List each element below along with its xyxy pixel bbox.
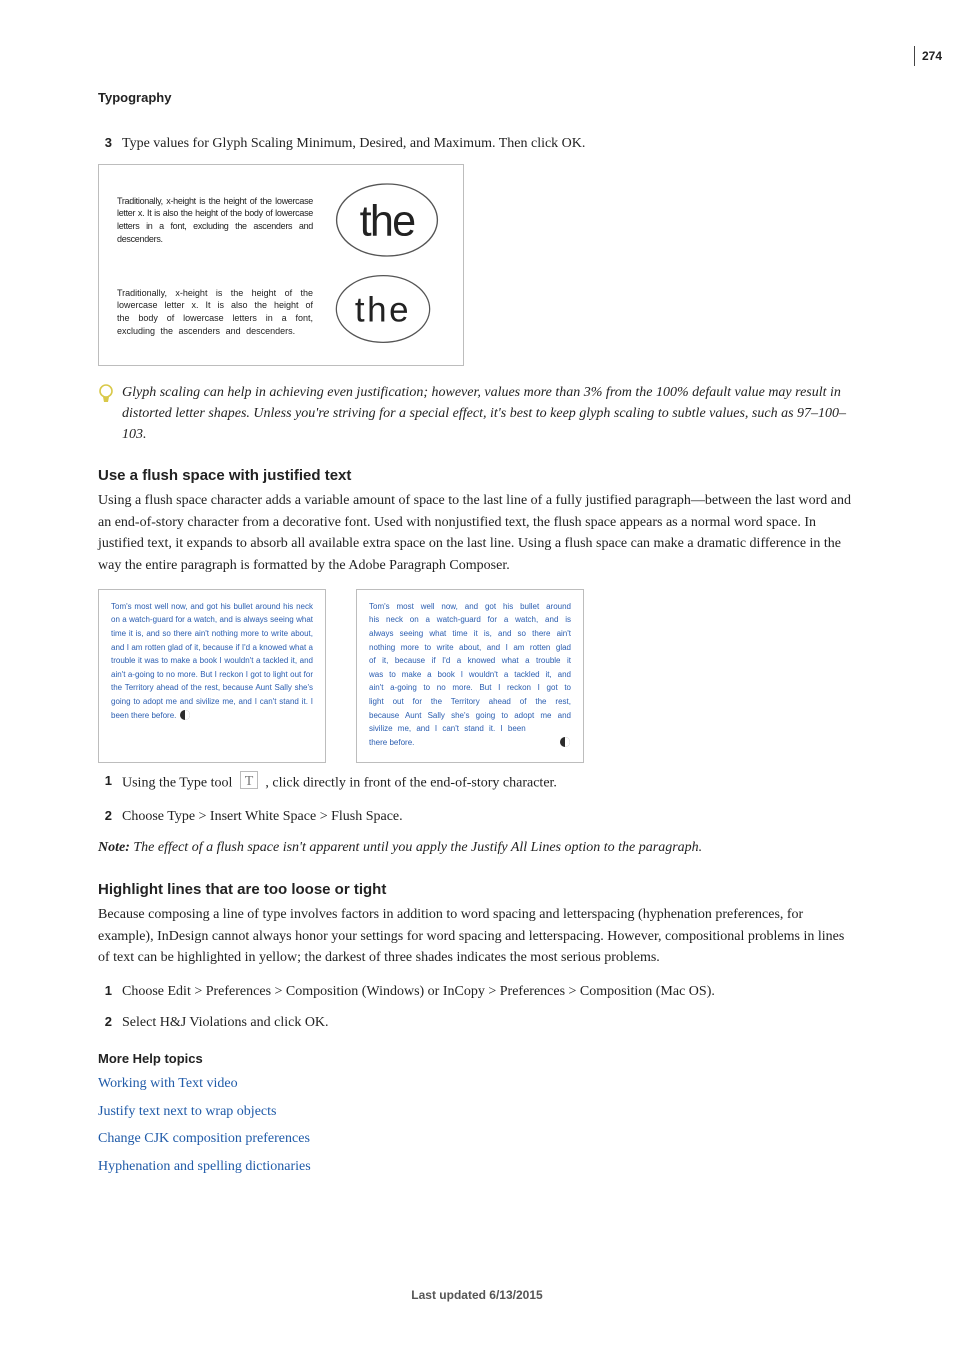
- type-tool-icon: T: [240, 771, 258, 796]
- figure-row-loose: Traditionally, x-height is the height of…: [117, 273, 445, 351]
- link-cjk-composition[interactable]: Change CJK composition preferences: [98, 1129, 856, 1149]
- lightbulb-icon: [98, 384, 114, 445]
- mini-right-last: there before.: [369, 736, 414, 753]
- step-text: Type values for Glyph Scaling Minimum, D…: [122, 133, 856, 154]
- svg-text:the: the: [355, 291, 411, 330]
- ornament-icon: [559, 736, 571, 753]
- link-justify-text-wrap[interactable]: Justify text next to wrap objects: [98, 1102, 856, 1122]
- tip: Glyph scaling can help in achieving even…: [98, 382, 856, 445]
- step1-text-b: , click directly in front of the end-of-…: [265, 776, 557, 791]
- ornament-icon: [179, 709, 191, 726]
- step-text: Choose Edit > Preferences > Composition …: [122, 981, 856, 1002]
- tip-text: Glyph scaling can help in achieving even…: [122, 382, 856, 445]
- figure-text-loose: Traditionally, x-height is the height of…: [117, 287, 313, 337]
- figure-glyph-scaling: Traditionally, x-height is the height of…: [98, 164, 464, 366]
- mini-left-text: Tom's most well now, and got his bullet …: [111, 602, 313, 720]
- flush-step-2: 2 Choose Type > Insert White Space > Flu…: [98, 806, 856, 827]
- link-working-with-text-video[interactable]: Working with Text video: [98, 1074, 856, 1094]
- figure-oval-tight: the: [333, 181, 441, 259]
- note-text: The effect of a flush space isn't appare…: [133, 840, 702, 855]
- step1-text-a: Using the Type tool: [122, 776, 236, 791]
- page-number: 274: [914, 46, 954, 66]
- more-help-heading: More Help topics: [98, 1051, 856, 1066]
- heading-highlight: Highlight lines that are too loose or ti…: [98, 881, 856, 898]
- step-text: Choose Type > Insert White Space > Flush…: [122, 806, 856, 827]
- figure-text-tight: Traditionally, x-height is the height of…: [117, 195, 313, 245]
- note-flush: Note: The effect of a flush space isn't …: [98, 837, 856, 859]
- page: 274 Typography 3 Type values for Glyph S…: [0, 0, 954, 1350]
- step-number: 2: [98, 1012, 112, 1033]
- para-flush-space: Using a flush space character adds a var…: [98, 490, 856, 577]
- footer-updated: Last updated 6/13/2015: [0, 1288, 954, 1302]
- step-number: 1: [98, 981, 112, 1002]
- figure-oval-loose: the: [333, 273, 441, 351]
- step-3: 3 Type values for Glyph Scaling Minimum,…: [98, 133, 856, 154]
- note-label: Note:: [98, 840, 130, 855]
- para-highlight: Because composing a line of type involve…: [98, 904, 856, 969]
- highlight-step-1: 1 Choose Edit > Preferences > Compositio…: [98, 981, 856, 1002]
- highlight-step-2: 2 Select H&J Violations and click OK.: [98, 1012, 856, 1033]
- figure-flush-space: Tom's most well now, and got his bullet …: [98, 589, 856, 764]
- step-number: 3: [98, 133, 112, 154]
- heading-flush-space: Use a flush space with justified text: [98, 467, 856, 484]
- step-number: 1: [98, 771, 112, 796]
- step-number: 2: [98, 806, 112, 827]
- mini-right-text: Tom's most well now, and got his bullet …: [369, 602, 571, 733]
- link-hyphenation-dictionaries[interactable]: Hyphenation and spelling dictionaries: [98, 1157, 856, 1177]
- figure-flush-right: Tom's most well now, and got his bullet …: [356, 589, 584, 764]
- step-text: Using the Type tool T , click directly i…: [122, 771, 856, 796]
- figure-row-tight: Traditionally, x-height is the height of…: [117, 181, 445, 259]
- svg-text:T: T: [245, 774, 254, 789]
- running-header: Typography: [98, 90, 856, 105]
- svg-text:the: the: [360, 197, 415, 245]
- step-text: Select H&J Violations and click OK.: [122, 1012, 856, 1033]
- figure-flush-left: Tom's most well now, and got his bullet …: [98, 589, 326, 764]
- flush-step-1: 1 Using the Type tool T , click directly…: [98, 771, 856, 796]
